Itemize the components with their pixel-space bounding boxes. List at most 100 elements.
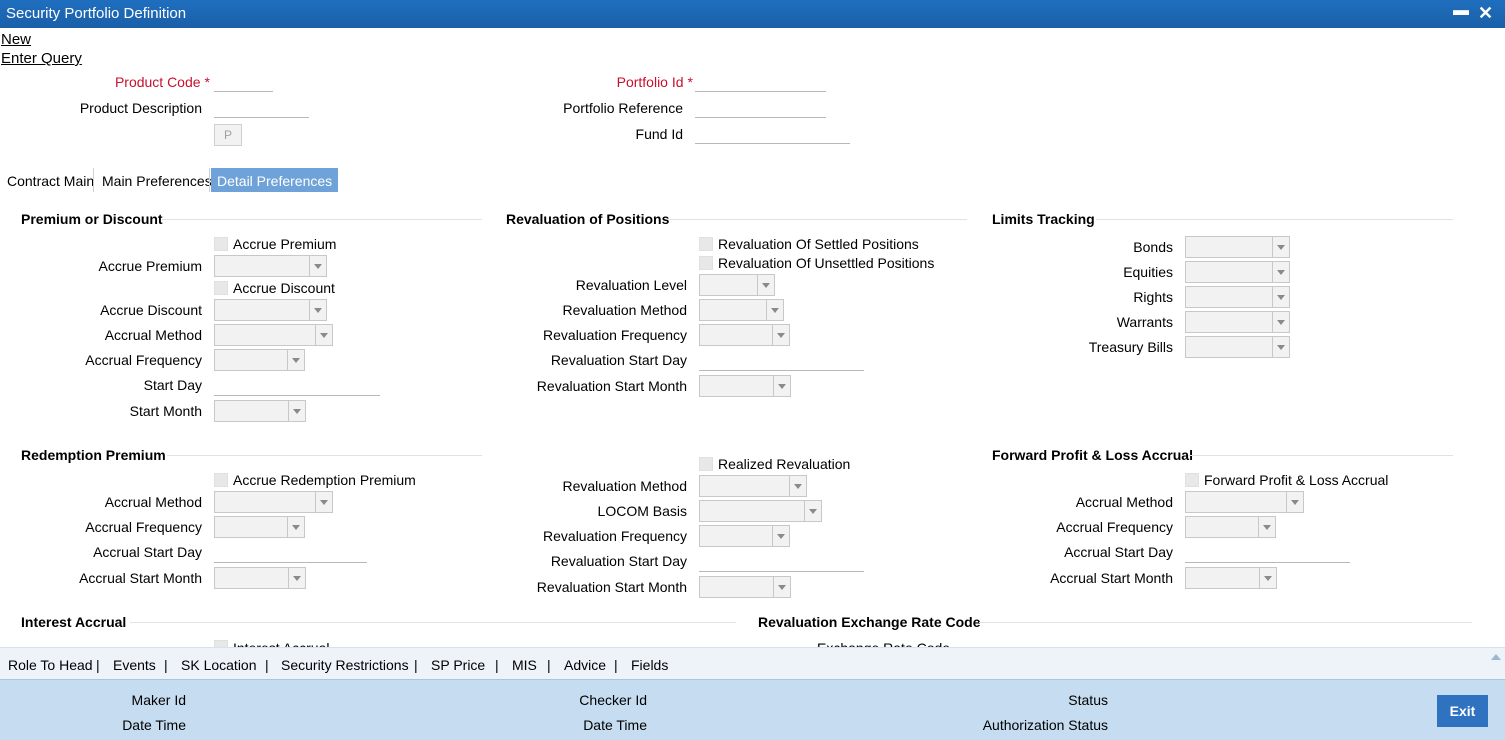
bonds-label: Bonds: [1133, 239, 1173, 255]
chevron-down-icon: [1272, 312, 1289, 332]
accrue-redemption-premium-checkbox[interactable]: [214, 473, 228, 487]
close-icon[interactable]: ✕: [1478, 3, 1496, 25]
revaluation-start-month-label: Revaluation Start Month: [536, 378, 687, 394]
forward-accrual-start-month-select[interactable]: [1185, 567, 1277, 589]
redemption-accrual-method-select[interactable]: [214, 491, 333, 513]
accrue-discount-select[interactable]: [214, 299, 327, 321]
accrue-discount-check-label: Accrue Discount: [233, 280, 335, 296]
start-day-label: Start Day: [143, 377, 202, 393]
realized-revaluation-checkbox[interactable]: [699, 457, 713, 471]
treasury-bills-label: Treasury Bills: [1088, 339, 1173, 355]
portfolio-id-input[interactable]: [695, 70, 826, 92]
redemption-accrual-frequency-label: Accrual Frequency: [85, 519, 202, 535]
accrual-method-label: Accrual Method: [104, 327, 202, 343]
forward-accrual-start-day-input[interactable]: [1185, 541, 1350, 563]
forward-accrual-frequency-label: Accrual Frequency: [1056, 519, 1173, 535]
checker-date-time-label: Date Time: [583, 717, 647, 733]
realized-revaluation-method-select[interactable]: [699, 475, 807, 497]
premium-discount-title: Premium or Discount: [21, 211, 163, 227]
fund-id-label: Fund Id: [635, 126, 683, 142]
revaluation-level-select[interactable]: [699, 274, 775, 296]
nav-separator: |: [164, 657, 168, 673]
role-to-head-link[interactable]: Role To Head: [8, 657, 93, 673]
tab-detail-preferences[interactable]: Detail Preferences: [211, 168, 339, 192]
realized-revaluation-frequency-select[interactable]: [699, 525, 790, 547]
treasury-bills-select[interactable]: [1185, 336, 1290, 358]
chevron-down-icon: [789, 476, 806, 496]
section-divider: [979, 622, 1472, 623]
revaluation-start-day-input[interactable]: [699, 349, 864, 371]
locom-basis-label: LOCOM Basis: [597, 503, 687, 519]
rights-select[interactable]: [1185, 286, 1290, 308]
fund-id-input[interactable]: [695, 122, 850, 144]
accrue-premium-checkbox[interactable]: [214, 237, 228, 251]
nav-separator: |: [265, 657, 269, 673]
warrants-select[interactable]: [1185, 311, 1290, 333]
revaluation-frequency-select[interactable]: [699, 324, 790, 346]
revaluation-start-month-select[interactable]: [699, 375, 791, 397]
locom-basis-select[interactable]: [699, 500, 822, 522]
forward-pl-checkbox[interactable]: [1185, 473, 1199, 487]
events-link[interactable]: Events: [113, 657, 156, 673]
start-month-label: Start Month: [129, 403, 202, 419]
realized-revaluation-frequency-label: Revaluation Frequency: [543, 528, 687, 544]
portfolio-reference-label: Portfolio Reference: [563, 100, 683, 116]
sk-location-link[interactable]: SK Location: [181, 657, 257, 673]
revaluation-positions-title: Revaluation of Positions: [506, 211, 670, 227]
product-code-label: Product Code *: [114, 74, 210, 90]
equities-label: Equities: [1123, 264, 1173, 280]
authorization-status-label: Authorization Status: [982, 717, 1108, 733]
revaluation-settled-checkbox[interactable]: [699, 237, 713, 251]
realized-revaluation-start-month-select[interactable]: [699, 576, 791, 598]
accrue-discount-checkbox[interactable]: [214, 281, 228, 295]
mis-link[interactable]: MIS: [512, 657, 537, 673]
accrual-method-select[interactable]: [214, 324, 333, 346]
redemption-accrual-start-month-select[interactable]: [214, 567, 306, 589]
accrual-frequency-select[interactable]: [214, 349, 305, 371]
chevron-down-icon: [287, 350, 304, 370]
revaluation-settled-label: Revaluation Of Settled Positions: [718, 236, 919, 252]
product-pick-button[interactable]: P: [214, 124, 242, 146]
redemption-accrual-frequency-select[interactable]: [214, 516, 305, 538]
sp-price-link[interactable]: SP Price: [431, 657, 485, 673]
redemption-accrual-start-day-input[interactable]: [214, 541, 367, 563]
chevron-down-icon: [309, 256, 326, 276]
accrue-premium-label: Accrue Premium: [98, 258, 202, 274]
accrue-discount-label: Accrue Discount: [100, 302, 202, 318]
fields-link[interactable]: Fields: [631, 657, 668, 673]
advice-link[interactable]: Advice: [564, 657, 606, 673]
nav-separator: |: [547, 657, 551, 673]
start-month-select[interactable]: [214, 400, 306, 422]
warrants-label: Warrants: [1116, 314, 1173, 330]
portfolio-reference-input[interactable]: [695, 96, 826, 118]
nav-separator: |: [96, 657, 100, 673]
product-description-input[interactable]: [214, 96, 309, 118]
tab-main-preferences[interactable]: Main Preferences: [96, 168, 218, 192]
audit-footer: Maker Id Date Time Checker Id Date Time …: [0, 679, 1505, 740]
minimize-icon[interactable]: ▬: [1453, 2, 1469, 24]
forward-accrual-method-label: Accrual Method: [1075, 494, 1173, 510]
redemption-premium-title: Redemption Premium: [21, 447, 166, 463]
equities-select[interactable]: [1185, 261, 1290, 283]
chevron-down-icon: [757, 275, 774, 295]
chevron-down-icon: [1259, 568, 1276, 588]
revaluation-exchange-title: Revaluation Exchange Rate Code: [758, 614, 981, 630]
forward-pl-title: Forward Profit & Loss Accrual: [992, 447, 1193, 463]
accrue-premium-select[interactable]: [214, 255, 327, 277]
new-link[interactable]: New: [1, 31, 31, 48]
revaluation-method-select[interactable]: [699, 299, 784, 321]
bonds-select[interactable]: [1185, 236, 1290, 258]
redemption-accrual-start-month-label: Accrual Start Month: [79, 570, 202, 586]
exit-button[interactable]: Exit: [1437, 695, 1488, 727]
tab-contract-main[interactable]: Contract Main: [1, 168, 100, 192]
realized-revaluation-start-day-label: Revaluation Start Day: [550, 553, 687, 569]
security-restrictions-link[interactable]: Security Restrictions: [281, 657, 409, 673]
product-code-input[interactable]: [214, 70, 273, 92]
forward-accrual-method-select[interactable]: [1185, 491, 1304, 513]
scroll-up-icon[interactable]: [1490, 652, 1502, 662]
forward-accrual-frequency-select[interactable]: [1185, 516, 1276, 538]
revaluation-unsettled-checkbox[interactable]: [699, 256, 713, 270]
start-day-input[interactable]: [214, 374, 380, 396]
enter-query-link[interactable]: Enter Query: [1, 50, 82, 67]
realized-revaluation-start-day-input[interactable]: [699, 550, 864, 572]
